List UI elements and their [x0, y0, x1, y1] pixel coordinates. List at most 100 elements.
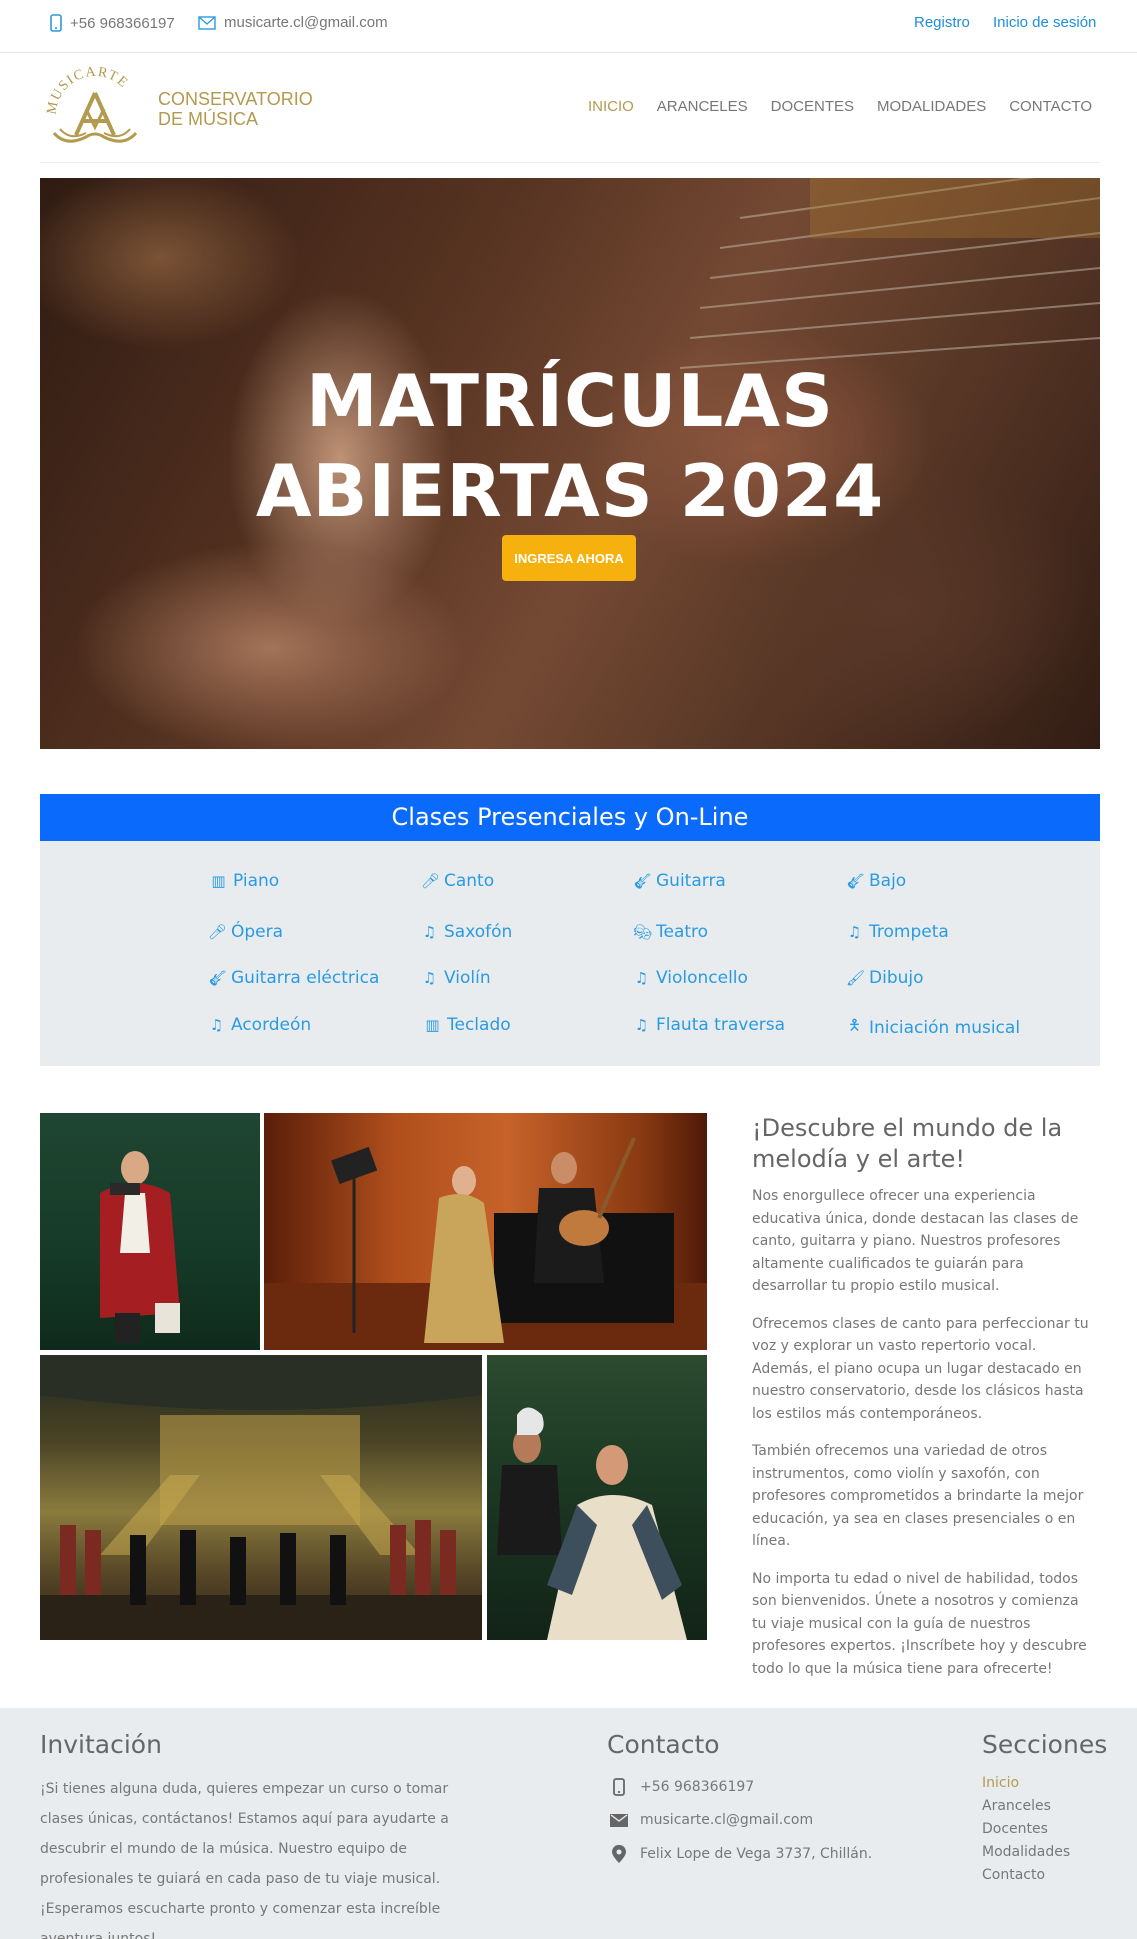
- footer-link-contacto[interactable]: Contacto: [982, 1864, 1070, 1887]
- course-violin[interactable]: ♫ Violín: [421, 968, 491, 988]
- course-label: Canto: [444, 871, 495, 891]
- recital-illustration: [264, 1137, 707, 1350]
- ingresa-ahora-button[interactable]: INGRESA AHORA: [502, 535, 636, 581]
- envelope-icon: [610, 1813, 628, 1827]
- invitation-text: ¡Si tienes alguna duda, quieres empezar …: [40, 1781, 449, 1939]
- photo-guitar-recital: [264, 1113, 707, 1350]
- footer-email[interactable]: musicarte.cl@gmail.com: [610, 1812, 813, 1828]
- opera-singer-illustration: [100, 1151, 180, 1343]
- course-teatro[interactable]: 🎭︎ Teatro: [633, 922, 708, 942]
- topbar-phone[interactable]: +56 968366197: [50, 14, 175, 32]
- course-saxofon[interactable]: ♫ Saxofón: [421, 922, 513, 942]
- music-note-icon: ♫: [209, 1016, 224, 1034]
- map-pin-icon: [610, 1845, 628, 1863]
- course-label: Ópera: [231, 922, 284, 942]
- footer-link-modalidades[interactable]: Modalidades: [982, 1841, 1070, 1864]
- invitation-title: Invitación: [40, 1730, 162, 1759]
- course-label: Violoncello: [656, 968, 748, 988]
- piano-keys-icon: ▥: [211, 872, 226, 890]
- music-note-icon: ♫: [422, 923, 437, 941]
- course-acordeon[interactable]: ♫ Acordeón: [208, 1015, 311, 1035]
- sections-title: Secciones: [982, 1730, 1108, 1759]
- course-label: Dibujo: [869, 968, 924, 988]
- photo-opera-duet: [487, 1355, 707, 1640]
- duet-illustration: [497, 1407, 687, 1640]
- microphone-icon: 🎤︎: [421, 872, 441, 890]
- hero-title-line-2: ABIERTAS 2024: [255, 449, 885, 533]
- intro-section: ¡Descubre el mundo de la melodía y el ar…: [752, 1113, 1097, 1695]
- course-canto[interactable]: 🎤︎ Canto: [421, 871, 494, 891]
- intro-paragraph-1: Nos enorgullece ofrecer una experiencia …: [752, 1188, 1079, 1294]
- contact-title: Contacto: [607, 1730, 720, 1759]
- footer-address-text: Felix Lope de Vega 3737, Chillán.: [640, 1846, 873, 1862]
- nav-docentes[interactable]: DOCENTES: [771, 98, 854, 115]
- music-note-icon: ♫: [634, 969, 649, 987]
- course-bajo[interactable]: 🎸︎ Bajo: [846, 871, 906, 891]
- site-footer: Invitación ¡Si tienes alguna duda, quier…: [0, 1708, 1137, 1939]
- course-opera[interactable]: 🎤︎ Ópera: [208, 922, 283, 942]
- course-guitarra[interactable]: 🎸︎ Guitarra: [633, 871, 726, 891]
- phone-icon: [50, 14, 62, 32]
- course-label: Teclado: [447, 1015, 511, 1035]
- login-link[interactable]: Inicio de sesión: [993, 14, 1096, 31]
- guitar-icon: 🎸︎: [208, 969, 228, 987]
- footer-phone[interactable]: +56 968366197: [610, 1778, 754, 1796]
- course-flauta-traversa[interactable]: ♫ Flauta traversa: [633, 1015, 785, 1035]
- intro-paragraph-3: También ofrecemos una variedad de otros …: [752, 1443, 1084, 1549]
- musicarte-logo[interactable]: MUSICARTE: [46, 63, 144, 151]
- course-label: Bajo: [869, 871, 907, 891]
- course-label: Guitarra: [656, 871, 726, 891]
- paint-brush-icon: 🖌︎: [846, 969, 866, 987]
- top-bar: +56 968366197 musicarte.cl@gmail.com Reg…: [0, 0, 1137, 53]
- footer-link-docentes[interactable]: Docentes: [982, 1818, 1070, 1841]
- course-teclado[interactable]: ▥ Teclado: [424, 1015, 511, 1035]
- nav-aranceles[interactable]: ARANCELES: [657, 98, 748, 115]
- footer-email-text: musicarte.cl@gmail.com: [640, 1812, 814, 1828]
- course-dibujo[interactable]: 🖌︎ Dibujo: [846, 968, 924, 988]
- hero-title: MATRÍCULAS ABIERTAS 2024: [40, 356, 1100, 536]
- brand-line-2: DE MÚSICA: [158, 109, 259, 129]
- site-header: MUSICARTE CONSERVATORIO DE MÚSICA INICIO…: [40, 53, 1100, 163]
- phone-icon: [610, 1778, 628, 1796]
- course-label: Trompeta: [869, 922, 949, 942]
- register-link[interactable]: Registro: [914, 14, 970, 31]
- course-piano[interactable]: ▥ Piano: [210, 871, 279, 891]
- brand-name[interactable]: CONSERVATORIO DE MÚSICA: [158, 89, 313, 129]
- course-guitarra-electrica[interactable]: 🎸︎ Guitarra eléctrica: [208, 968, 379, 988]
- piano-keys-icon: ▥: [425, 1016, 440, 1034]
- ensemble-illustration: [40, 1355, 482, 1640]
- topbar-phone-text: +56 968366197: [70, 14, 175, 32]
- photo-opera-singer: [40, 1113, 260, 1350]
- microphone-icon: 🎤︎: [208, 923, 228, 941]
- nav-contacto[interactable]: CONTACTO: [1009, 98, 1092, 115]
- intro-heading: ¡Descubre el mundo de la melodía y el ar…: [752, 1114, 1063, 1173]
- music-note-icon: ♫: [422, 969, 437, 987]
- course-label: Violín: [444, 968, 491, 988]
- child-icon: 🯅: [847, 1016, 862, 1034]
- course-label: Iniciación musical: [869, 1017, 1021, 1038]
- music-note-icon: ♫: [847, 923, 862, 941]
- footer-address: Felix Lope de Vega 3737, Chillán.: [610, 1845, 872, 1863]
- guitar-icon: 🎸︎: [633, 872, 653, 890]
- footer-link-inicio[interactable]: Inicio: [982, 1772, 1070, 1795]
- course-violoncello[interactable]: ♫ Violoncello: [633, 968, 748, 988]
- nav-inicio[interactable]: INICIO: [588, 98, 634, 115]
- topbar-email[interactable]: musicarte.cl@gmail.com: [198, 14, 388, 31]
- nav-modalidades[interactable]: MODALIDADES: [877, 98, 986, 115]
- topbar-email-text: musicarte.cl@gmail.com: [224, 14, 388, 31]
- guitar-icon: 🎸︎: [846, 872, 866, 890]
- envelope-icon: [198, 15, 216, 30]
- hero-title-line-1: MATRÍCULAS: [306, 359, 834, 443]
- course-iniciacion-musical[interactable]: 🯅 Iniciación musical: [846, 1015, 1020, 1040]
- footer-phone-text: +56 968366197: [640, 1779, 755, 1795]
- theater-masks-icon: 🎭︎: [633, 923, 653, 941]
- course-label: Acordeón: [231, 1015, 312, 1035]
- classes-panel: ▥ Piano 🎤︎ Canto 🎸︎ Guitarra 🎸︎ Bajo 🎤︎ Ópera…: [40, 841, 1100, 1066]
- footer-link-aranceles[interactable]: Aranceles: [982, 1795, 1070, 1818]
- classes-heading: Clases Presenciales y On-Line: [40, 794, 1100, 841]
- course-trompeta[interactable]: ♫ Trompeta: [846, 922, 949, 942]
- music-note-icon: ♫: [634, 1016, 649, 1034]
- brand-line-1: CONSERVATORIO: [158, 89, 313, 109]
- course-label: Piano: [233, 871, 280, 891]
- photo-opera-ensemble: [40, 1355, 482, 1640]
